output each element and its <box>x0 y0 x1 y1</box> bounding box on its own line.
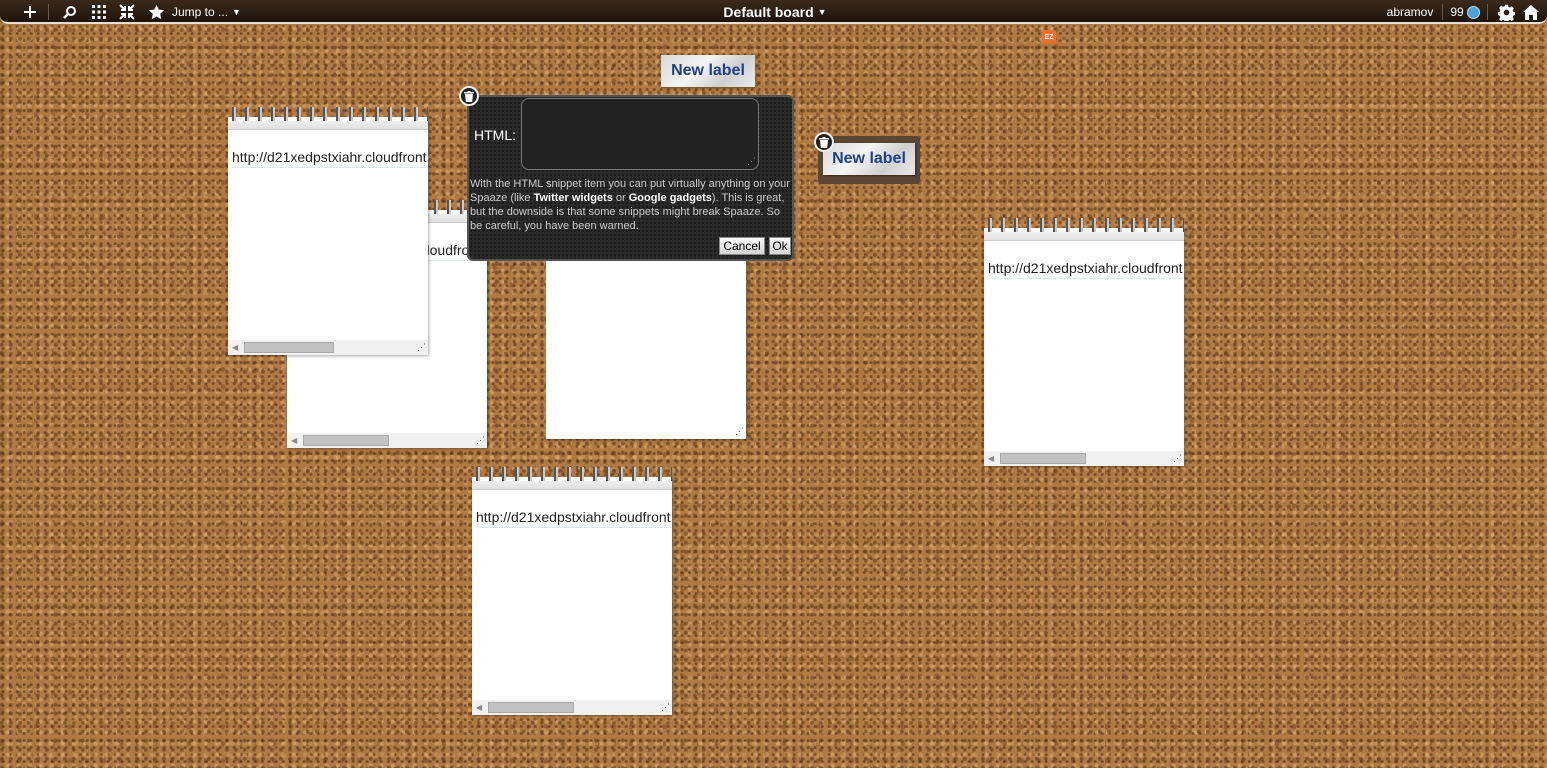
jump-to-label: Jump to ... <box>172 5 229 19</box>
notepad-item[interactable]: http://d21xedpstxiahr.cloudfront ◀ ⋰ <box>472 467 672 715</box>
scroll-left-icon[interactable]: ◀ <box>476 703 482 712</box>
html-field-label: HTML: <box>474 127 516 143</box>
username-link[interactable]: abramov <box>1384 2 1436 22</box>
horizontal-scrollbar[interactable]: ◀ ⋰ <box>472 700 672 715</box>
html-snippet-dialog: HTML: ⋰ With the HTML snippet item you c… <box>467 95 794 261</box>
scrollbar-thumb[interactable] <box>303 435 389 446</box>
resize-grip-icon[interactable]: ⋰ <box>661 702 670 713</box>
trash-icon[interactable] <box>459 86 479 106</box>
resize-grip-icon[interactable]: ⋰ <box>476 435 485 446</box>
board-title: Default board <box>723 4 814 20</box>
horizontal-scrollbar[interactable]: ◀ ⋰ <box>228 340 428 355</box>
horizontal-scrollbar[interactable]: ◀ ⋰ <box>287 433 487 448</box>
scrollbar-thumb[interactable] <box>244 342 334 353</box>
scroll-left-icon[interactable]: ◀ <box>988 454 994 463</box>
scrollbar-thumb[interactable] <box>1000 453 1086 464</box>
jump-to-dropdown[interactable]: Jump to ... ▼ <box>172 2 242 22</box>
toolbar-divider <box>1487 4 1488 20</box>
new-label-item[interactable]: New label <box>823 143 915 175</box>
notepad-item[interactable]: http://d21xedpstxiahr.cloudfront ◀ ⋰ <box>984 218 1184 466</box>
chevron-down-icon: ▼ <box>817 7 827 17</box>
top-toolbar: Jump to ... ▼ Default board ▼ abramov 99 <box>0 0 1547 24</box>
notepad-url: http://d21xedpstxiahr.cloudfront <box>988 258 1184 279</box>
trash-icon[interactable] <box>814 132 834 152</box>
spaaze-logo-icon <box>1466 5 1480 19</box>
resize-grip-icon[interactable]: ⋰ <box>735 426 744 437</box>
score-value: 99 <box>1450 5 1464 19</box>
twitter-widgets-text: Twitter widgets <box>533 192 613 204</box>
home-icon[interactable] <box>1521 2 1541 22</box>
ok-button[interactable]: Ok <box>769 237 791 255</box>
score-badge[interactable]: 99 <box>1449 2 1481 22</box>
toolbar-divider <box>48 4 49 20</box>
resize-grip-icon[interactable]: ⋰ <box>1173 453 1182 464</box>
google-gadgets-text: Google gadgets <box>628 192 712 204</box>
board-selector[interactable]: Default board ▼ <box>700 2 850 22</box>
grid-icon[interactable] <box>89 2 109 22</box>
scroll-left-icon[interactable]: ◀ <box>232 343 238 352</box>
notepad-url: http://d21xedpstxiahr.cloudfront <box>232 147 428 168</box>
plus-icon[interactable] <box>20 2 40 22</box>
resize-grip-icon[interactable]: ⋰ <box>747 156 756 167</box>
html-snippet-textarea[interactable]: ⋰ <box>521 98 759 170</box>
resize-grip-icon[interactable]: ⋰ <box>417 342 426 353</box>
ez-badge[interactable]: EZ <box>1042 30 1056 44</box>
notepad-url: http://d21xedpstxiahr.cloudfront <box>476 507 672 528</box>
notepad-item[interactable]: http://d21xedpstxiahr.cloudfront ◀ ⋰ <box>228 107 428 355</box>
notepad-spiral <box>472 467 672 490</box>
cancel-button[interactable]: Cancel <box>719 237 765 255</box>
dialog-help-text: With the HTML snippet item you can put v… <box>470 177 792 233</box>
gear-icon[interactable] <box>1495 2 1517 22</box>
toolbar-divider <box>1442 4 1443 20</box>
notepad-spiral <box>228 107 428 130</box>
new-label-item[interactable]: New label <box>661 55 755 87</box>
notepad-spiral <box>984 218 1184 241</box>
star-icon[interactable] <box>146 2 166 22</box>
fit-icon[interactable] <box>117 2 137 22</box>
scroll-left-icon[interactable]: ◀ <box>291 436 297 445</box>
notepad-item[interactable]: ⋰ <box>546 240 746 439</box>
search-icon[interactable] <box>60 2 80 22</box>
scrollbar-thumb[interactable] <box>488 702 574 713</box>
horizontal-scrollbar[interactable]: ◀ ⋰ <box>984 451 1184 466</box>
chevron-down-icon: ▼ <box>232 7 241 17</box>
help-text-part: or <box>612 192 629 204</box>
